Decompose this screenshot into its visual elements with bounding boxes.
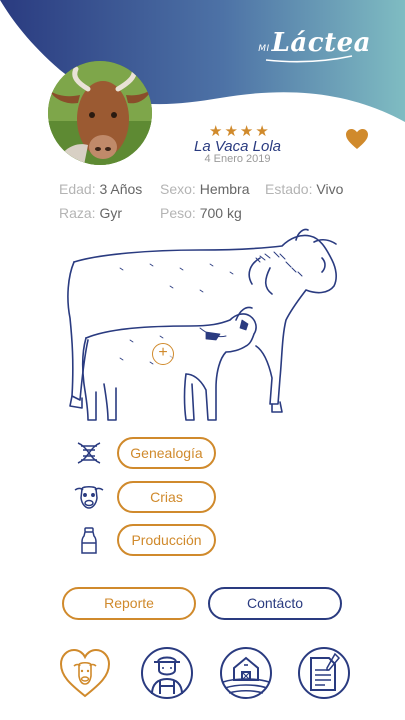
star-icon: ★	[209, 123, 223, 140]
edad-label: Edad:	[59, 181, 96, 197]
attr-estado: Estado: Vivo	[265, 181, 343, 197]
milk-bottle-icon	[81, 527, 97, 554]
heart-cow-icon[interactable]	[58, 646, 112, 700]
estado-label: Estado:	[265, 181, 313, 197]
edad-value: 3 Años	[99, 181, 143, 197]
app-logo: MI Láctea	[258, 28, 371, 63]
cow-date: 4 Enero 2019	[204, 153, 271, 165]
sexo-label: Sexo:	[160, 181, 196, 197]
attr-raza: Raza: Gyr	[59, 205, 122, 221]
peso-label: Peso:	[160, 205, 196, 221]
sexo-value: Hembra	[199, 181, 250, 197]
crias-button[interactable]: Crias	[117, 481, 216, 513]
raza-label: Raza:	[59, 205, 96, 221]
add-photo-button[interactable]: +	[152, 343, 174, 365]
cow-avatar[interactable]	[48, 61, 152, 165]
star-icon: ★	[224, 123, 238, 140]
reporte-button[interactable]: Reporte	[62, 587, 196, 620]
contacto-button[interactable]: Contácto	[208, 587, 342, 620]
estado-value: Vivo	[316, 181, 344, 197]
document-certificate-icon[interactable]	[297, 646, 351, 700]
attr-edad: Edad: 3 Años	[59, 181, 142, 197]
farmer-icon[interactable]	[140, 646, 194, 700]
rating-stars: ★ ★ ★ ★	[209, 124, 269, 139]
logo-swoosh-icon	[266, 55, 353, 63]
produccion-button[interactable]: Producción	[117, 524, 216, 556]
calf-head-icon	[74, 486, 104, 509]
raza-value: Gyr	[99, 205, 123, 221]
logo-prefix: MI	[258, 44, 270, 54]
heart-icon[interactable]	[345, 128, 369, 150]
star-icon: ★	[239, 123, 254, 140]
peso-value: 700 kg	[199, 205, 242, 221]
genealogia-button[interactable]: Genealogía	[117, 437, 216, 469]
farm-barn-icon[interactable]	[219, 646, 273, 700]
star-icon: ★	[255, 123, 269, 140]
cow-calf-illustration	[67, 228, 337, 421]
attr-sexo: Sexo: Hembra	[160, 181, 250, 197]
attr-peso: Peso: 700 kg	[160, 205, 242, 221]
dna-icon	[77, 442, 101, 464]
